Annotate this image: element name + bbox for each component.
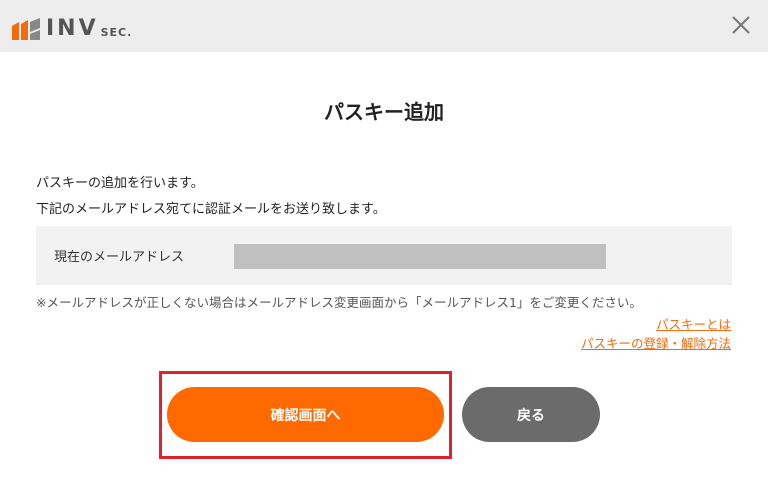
logo-text: INV [46,16,99,41]
email-label: 現在のメールアドレス [54,250,185,265]
logo: INV SEC. [12,12,132,42]
back-button[interactable]: 戻る [462,387,600,442]
email-value-redacted [234,244,606,269]
logo-mark-icon [12,18,40,40]
description-line-2: 下記のメールアドレス宛てに認証メールをお送り致します。 [36,202,386,217]
description-line-1: パスキーの追加を行います。 [36,176,204,191]
header-bar: INV SEC. [0,0,768,52]
logo-subtext: SEC. [100,26,133,39]
passkey-register-remove-link[interactable]: パスキーの登録・解除方法 [581,333,731,352]
email-change-note: ※メールアドレスが正しくない場合はメールアドレス変更画面から「メールアドレス1」… [36,295,642,310]
dialog-title: パスキー追加 [324,100,444,124]
what-is-passkey-link[interactable]: パスキーとは [656,314,731,333]
confirm-button[interactable]: 確認画面へ [167,387,444,442]
close-button[interactable] [730,14,752,36]
email-info-box: 現在のメールアドレス [36,226,732,285]
close-icon [732,16,750,34]
